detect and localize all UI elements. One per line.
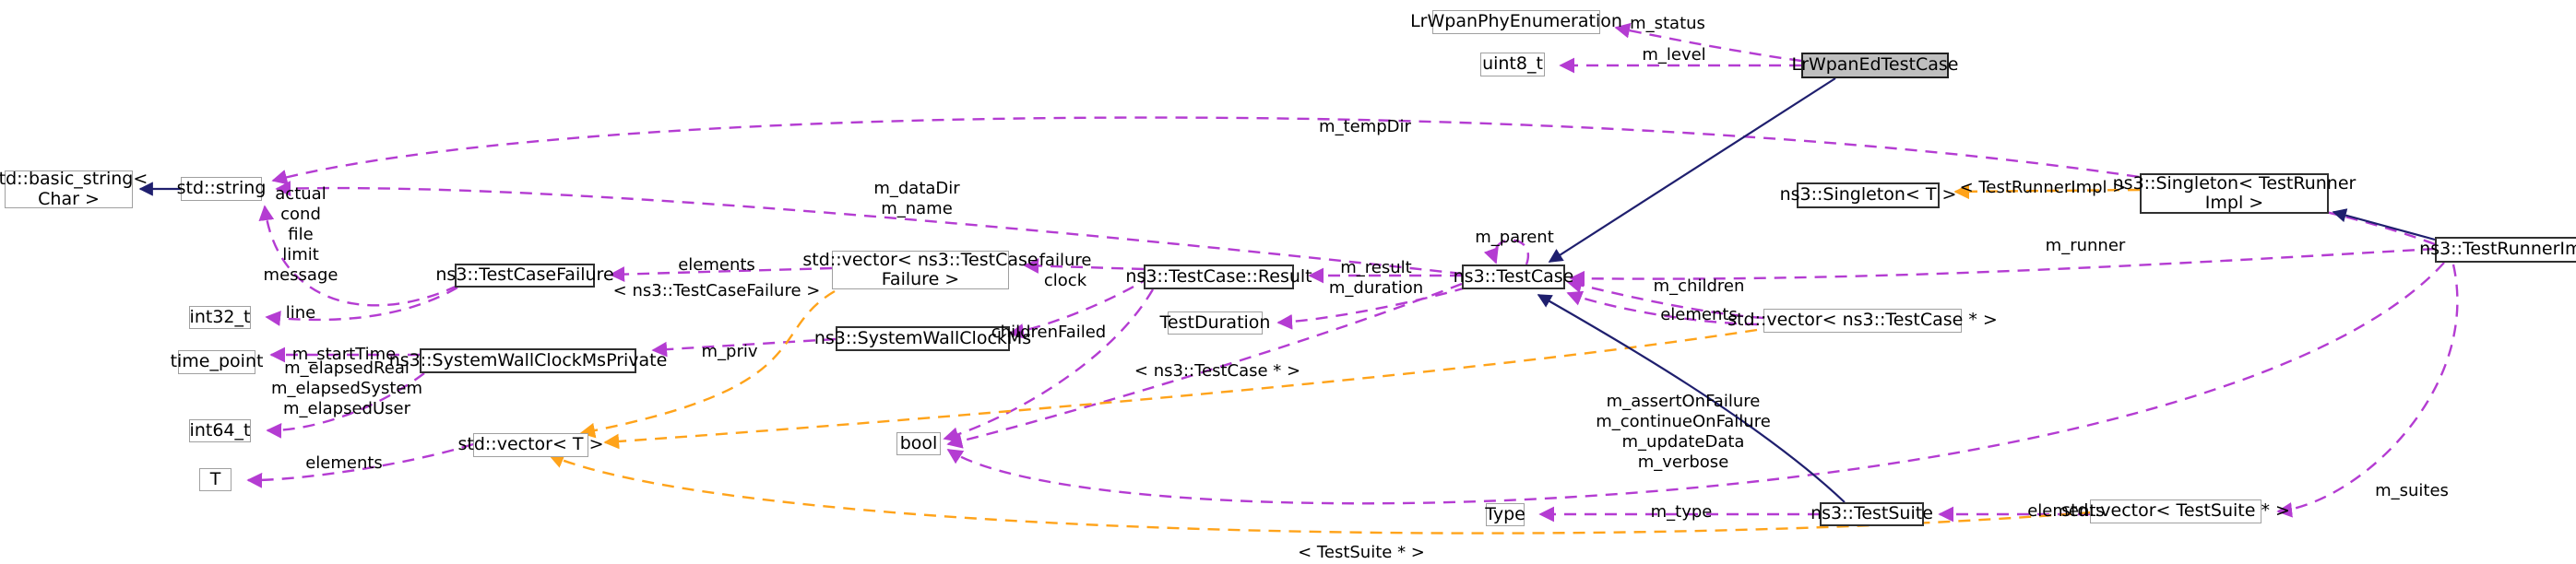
edge-label-childrenFailed: childrenFailed xyxy=(991,323,1107,343)
edge-label-elements_vector_t: elements xyxy=(305,453,383,474)
uml-class-ns3_testrunnerimpl[interactable]: ns3::TestRunnerImpl xyxy=(2419,237,2576,263)
uml-class-ns3_testcase_result[interactable]: ns3::TestCase::Result xyxy=(1125,264,1312,289)
edge-label-elements_failure: elements xyxy=(678,255,755,276)
uml-class-vec_testcasefailure[interactable]: std::vector< ns3::TestCase Failure > xyxy=(802,250,1039,289)
edge-label-elements_suites: elements xyxy=(2027,501,2105,522)
uml-class-ns3_singleton_tri[interactable]: ns3::Singleton< TestRunner Impl > xyxy=(2113,173,2356,214)
edge-label-m_level: m_level xyxy=(1642,45,1706,65)
uml-class-ns3_swcm[interactable]: ns3::SystemWallClockMs xyxy=(814,326,1031,351)
edge-label-m_result_m_duration: m_result m_duration xyxy=(1328,258,1424,298)
edge-result-to-bool xyxy=(943,288,1155,442)
edge-label-m_tempDir: m_tempDir xyxy=(1319,117,1411,137)
edge-label-failure_clock: failure clock xyxy=(1039,251,1092,290)
edge-label-tmpl_testsuite_ptr: < TestSuite * > xyxy=(1298,543,1425,563)
uml-class-std_string[interactable]: std::string xyxy=(177,177,266,201)
uml-class-lrwpanphyenumeration[interactable]: LrWpanPhyEnumeration xyxy=(1410,10,1622,34)
edge-label-tmpl_testcase_ptr: < ns3::TestCase * > xyxy=(1134,361,1301,382)
uml-class-int32_t[interactable]: int32_t xyxy=(189,306,251,329)
template-edges xyxy=(548,183,2141,535)
edge-label-m_runner: m_runner xyxy=(2045,236,2126,256)
edge-label-tmpl_testrunnerimpl: < TestRunnerImpl > xyxy=(1959,178,2127,198)
edge-label-testcase_flags: m_assertOnFailure m_continueOnFailure m_… xyxy=(1596,392,1771,472)
edge-label-m_suites: m_suites xyxy=(2375,481,2449,501)
uml-class-std_vector_t[interactable]: std::vector< T > xyxy=(458,433,604,457)
uml-class-bool[interactable]: bool xyxy=(896,432,941,455)
uml-class-T[interactable]: T xyxy=(199,468,231,491)
edge-label-elements_children: elements xyxy=(1660,305,1738,325)
uml-class-ns3_testcase[interactable]: ns3::TestCase xyxy=(1454,264,1573,289)
edge-label-m_dataDir_m_name: m_dataDir m_name xyxy=(873,179,960,218)
uml-collaboration-diagram: LrWpanPhyEnumeration uint8_t LrWpanEdTestC… xyxy=(0,0,2576,564)
uml-class-testduration[interactable]: TestDuration xyxy=(1160,311,1270,335)
edge-label-m_status: m_status xyxy=(1630,14,1705,34)
uml-class-std_basic_string[interactable]: std::basic_string< Char > xyxy=(0,170,148,209)
edge-label-tmpl_testcasefailure: < ns3::TestCaseFailure > xyxy=(612,281,821,301)
edge-testrunnerimpl-to-singletontri xyxy=(2332,208,2436,241)
edge-label-m_type: m_type xyxy=(1650,502,1713,523)
edge-label-attrs_string: actual cond file limit message xyxy=(263,184,338,285)
edge-vectestcaseptr-to-vectort xyxy=(603,328,1758,450)
edge-testrunnerimpl-to-testcase xyxy=(1569,247,2436,287)
uml-class-int64_t[interactable]: int64_t xyxy=(189,419,251,442)
uml-class-uint8_t[interactable]: uint8_t xyxy=(1480,53,1545,76)
uml-class-ns3_swcm_private[interactable]: ns3::SystemWallClockMsPrivate xyxy=(389,348,667,373)
edge-label-m_children: m_children xyxy=(1653,276,1745,297)
edge-label-m_parent: m_parent xyxy=(1475,228,1554,248)
uml-class-vec_testcase_ptr[interactable]: std::vector< ns3::TestCase * > xyxy=(1727,309,1998,333)
uml-class-lrwpanedtestcase[interactable]: LrWpanEdTestCase xyxy=(1792,53,1958,78)
uml-class-ns3_testsuite[interactable]: ns3::TestSuite xyxy=(1810,502,1933,526)
edge-testrunnerimpl-to-vecsuiteptr xyxy=(2276,264,2459,518)
edge-label-m_elapsed: m_elapsedReal m_elapsedSystem m_elapsedU… xyxy=(270,358,423,418)
uml-class-ns3_singleton_t[interactable]: ns3::Singleton< T > xyxy=(1780,182,1956,208)
uml-class-ns3_testcasefailure[interactable]: ns3::TestCaseFailure xyxy=(435,264,614,288)
uml-class-time_point[interactable]: time_point xyxy=(171,350,263,374)
edge-label-line: line xyxy=(285,303,316,323)
uml-class-type[interactable]: Type xyxy=(1485,503,1525,526)
uml-class-vec_testsuite_ptr[interactable]: std::vector< TestSuite * > xyxy=(2061,499,2290,523)
edge-label-m_priv: m_priv xyxy=(701,342,758,362)
edge-lrwpanedtestcase-to-testcase xyxy=(1548,77,1836,263)
